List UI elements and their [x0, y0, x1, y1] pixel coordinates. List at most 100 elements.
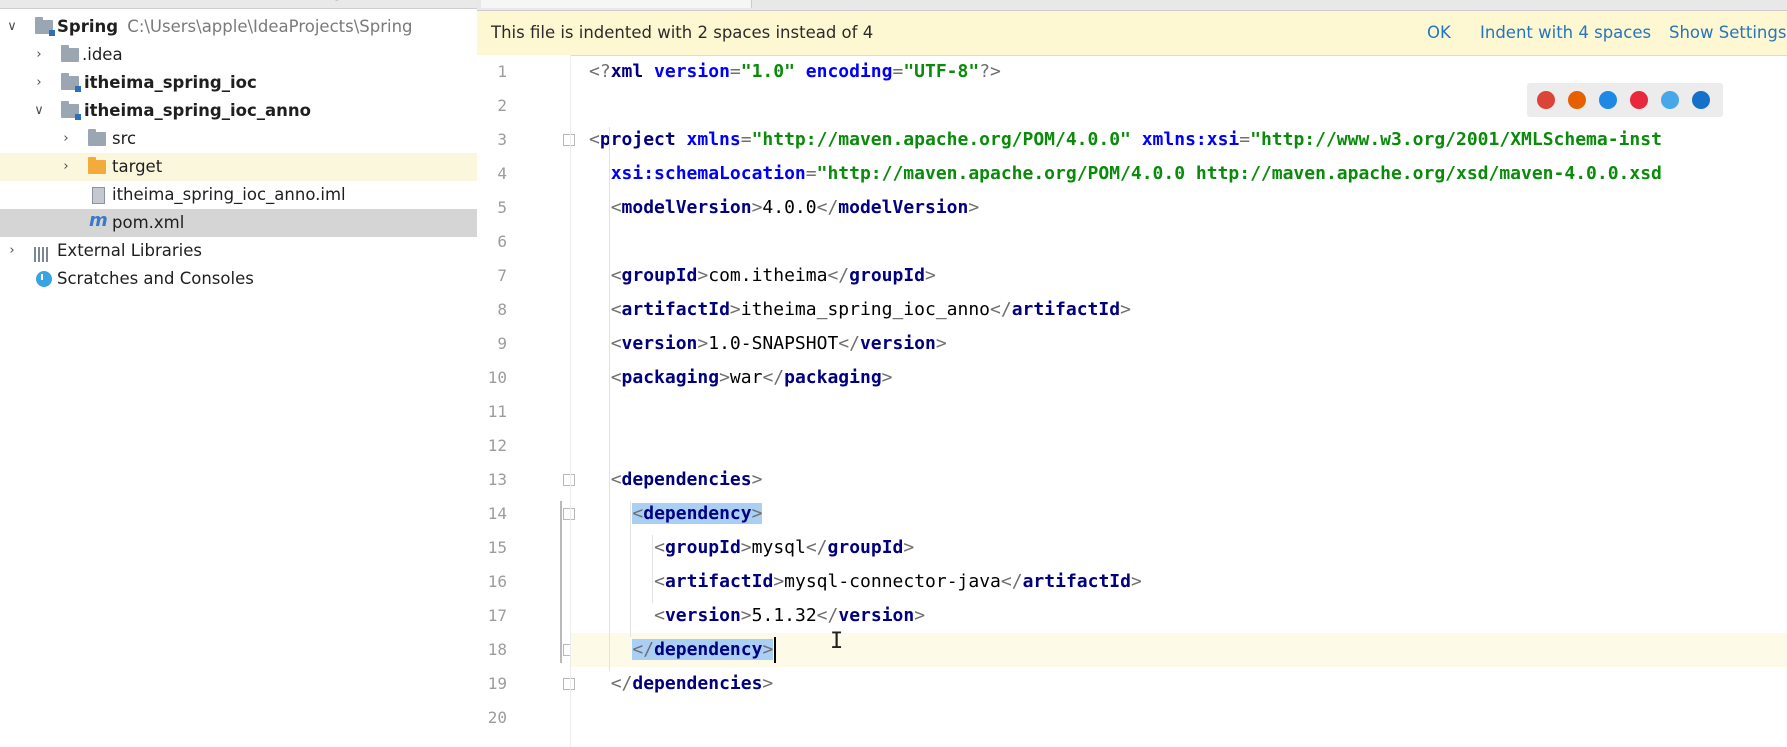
code-token: = — [805, 163, 817, 184]
code-token: > — [719, 367, 730, 388]
code-token: < — [610, 367, 622, 388]
hide-icon[interactable]: – — [414, 0, 426, 1]
code-text: <project xmlns="http://maven.apache.org/… — [589, 123, 1662, 157]
ie-icon[interactable] — [1661, 91, 1679, 109]
code-token: < — [610, 299, 622, 320]
chevron-right-icon[interactable]: › — [59, 125, 73, 153]
tree-item-pom-xml[interactable]: m pom.xml — [0, 209, 477, 237]
code-token: </ — [805, 537, 828, 558]
code-token: </ — [816, 605, 839, 626]
code-text: </dependencies> — [611, 667, 774, 701]
code-token: version — [621, 333, 698, 354]
chevron-down-icon[interactable]: ∨ — [32, 97, 46, 125]
code-line[interactable]: <version>1.0-SNAPSHOT</version> — [571, 327, 1787, 361]
code-token: "1.0" — [740, 61, 806, 82]
line-number: 5 — [497, 198, 507, 217]
line-number-gutter[interactable]: 1 2 3 4 5 6 7 8 9 10 11 12 13 14 15 16 17 18 19 20 — [477, 55, 575, 747]
chevron-down-icon[interactable]: ∨ — [5, 13, 19, 41]
code-token: dependencies — [632, 673, 763, 694]
tree-item-external-libraries[interactable]: › External Libraries — [0, 237, 477, 265]
code-line[interactable]: <packaging>war</packaging> — [571, 361, 1787, 395]
indent-with-4-spaces-link[interactable]: Indent with 4 spaces — [1480, 11, 1651, 55]
tree-item-label: External Libraries — [57, 241, 202, 260]
code-line[interactable]: <artifactId>mysql-connector-java</artifa… — [571, 565, 1787, 599]
chevron-right-icon[interactable]: › — [32, 41, 46, 69]
locate-icon[interactable]: ◔ — [332, 0, 344, 1]
tree-item-idea[interactable]: › .idea — [0, 41, 477, 69]
line-number: 17 — [487, 606, 507, 625]
module-folder-icon — [61, 101, 81, 120]
code-token: modelVersion — [621, 197, 752, 218]
project-path: C:\Users\apple\IdeaProjects\Spring — [127, 17, 413, 36]
indent-guide — [652, 535, 654, 603]
code-token: > — [935, 333, 947, 354]
code-line[interactable]: </dependency> — [571, 633, 1787, 667]
code-text: <version>5.1.32</version> — [654, 599, 925, 633]
code-line[interactable] — [571, 701, 1787, 735]
code-line[interactable]: </dependencies> — [571, 667, 1787, 701]
code-line[interactable]: <artifactId>itheima_spring_ioc_anno</art… — [571, 293, 1787, 327]
tree-item-label: target — [112, 157, 163, 176]
tree-item-spring[interactable]: ∨ Spring C:\Users\apple\IdeaProjects\Spr… — [0, 13, 477, 41]
opera-icon[interactable] — [1630, 91, 1648, 109]
code-line[interactable]: <project xmlns="http://maven.apache.org/… — [571, 123, 1787, 157]
code-token: itheima_spring_ioc_anno — [740, 299, 990, 320]
code-token: modelVersion — [838, 197, 969, 218]
tree-item-target[interactable]: › target — [0, 153, 477, 181]
code-line[interactable]: xsi:schemaLocation="http://maven.apache.… — [571, 157, 1787, 191]
line-number: 8 — [497, 300, 507, 319]
show-settings-link[interactable]: Show Settings — [1669, 11, 1786, 55]
code-text: <groupId>com.itheima</groupId> — [611, 259, 936, 293]
line-number: 11 — [487, 402, 507, 421]
code-token: "http://maven.apache.org/POM/4.0.0 http:… — [816, 163, 1662, 184]
code-token: version — [859, 333, 936, 354]
tree-item-scratches[interactable]: Scratches and Consoles — [0, 265, 477, 293]
project-tool-window: ▭ ◔ ⚙ – ∨ Spring C:\Users\apple\IdeaProj… — [0, 0, 478, 747]
code-line[interactable]: <groupId>com.itheima</groupId> — [571, 259, 1787, 293]
tree-item-src[interactable]: › src — [0, 125, 477, 153]
code-line[interactable]: <version>5.1.32</version> — [571, 599, 1787, 633]
code-token: war — [729, 367, 763, 388]
code-line[interactable]: <dependency> — [571, 497, 1787, 531]
code-token: </ — [1000, 571, 1023, 592]
code-text: <version>1.0-SNAPSHOT</version> — [611, 327, 947, 361]
code-content[interactable]: <?xml version="1.0" encoding="UTF-8"?> <p… — [571, 55, 1787, 747]
safari-icon[interactable] — [1599, 91, 1617, 109]
line-number: 3 — [497, 130, 507, 149]
line-number: 6 — [497, 232, 507, 251]
chevron-right-icon[interactable]: › — [5, 237, 19, 265]
edge-icon[interactable] — [1692, 91, 1710, 109]
code-token: </ — [816, 197, 839, 218]
line-number: 7 — [497, 266, 507, 285]
code-token: artifactId — [1022, 571, 1131, 592]
tree-item-itheima-spring-ioc[interactable]: › itheima_spring_ioc — [0, 69, 477, 97]
code-token: < — [589, 129, 600, 150]
indent-guide — [608, 127, 610, 671]
code-token: > — [740, 605, 752, 626]
chevron-right-icon[interactable]: › — [59, 153, 73, 181]
code-line[interactable]: <groupId>mysql</groupId> — [571, 531, 1787, 565]
code-token: dependencies — [621, 469, 752, 490]
code-token: > — [729, 299, 741, 320]
editor-tab[interactable] — [481, 0, 752, 8]
editor-area: This file is indented with 2 spaces inst… — [477, 0, 1787, 747]
scratches-icon — [36, 271, 52, 287]
tree-item-label: Scratches and Consoles — [57, 269, 254, 288]
firefox-icon[interactable] — [1568, 91, 1586, 109]
code-line[interactable]: <dependencies> — [571, 463, 1787, 497]
chevron-right-icon[interactable]: › — [32, 69, 46, 97]
tree-item-itheima-spring-ioc-anno[interactable]: ∨ itheima_spring_ioc_anno — [0, 97, 477, 125]
code-token: groupId — [664, 537, 741, 558]
code-line[interactable] — [571, 225, 1787, 259]
code-line[interactable]: <modelVersion>4.0.0</modelVersion> — [571, 191, 1787, 225]
code-line[interactable] — [571, 429, 1787, 463]
code-token: = — [729, 61, 741, 82]
code-line[interactable] — [571, 395, 1787, 429]
tree-item-iml[interactable]: itheima_spring_ioc_anno.iml — [0, 181, 477, 209]
ok-link[interactable]: OK — [1427, 11, 1451, 55]
tree-item-label: itheima_spring_ioc — [84, 73, 257, 92]
code-token: dependency — [654, 639, 763, 660]
tree-item-label: itheima_spring_ioc_anno — [84, 101, 311, 120]
settings-icon[interactable]: ⚙ — [370, 0, 382, 1]
chrome-icon[interactable] — [1537, 91, 1555, 109]
